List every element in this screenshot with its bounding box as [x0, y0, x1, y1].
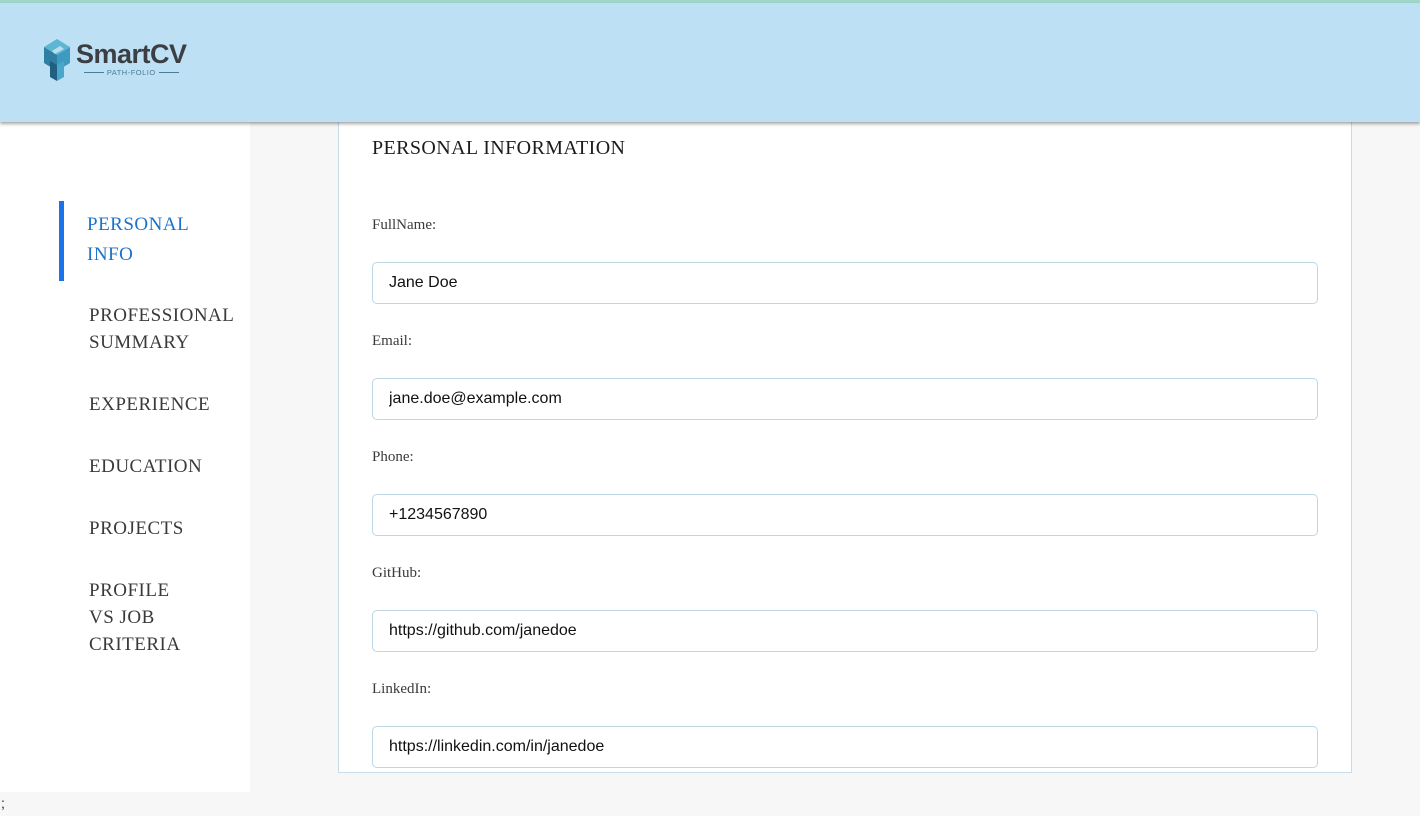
github-input[interactable]	[372, 610, 1318, 652]
sidebar-item-education[interactable]: EDUCATION	[89, 453, 202, 480]
active-indicator	[59, 201, 64, 281]
app-header: SmartCV PATH-FOLIO	[0, 3, 1420, 122]
page-title: PERSONAL INFORMATION	[372, 137, 626, 159]
sidebar-item-projects[interactable]: PROJECTS	[89, 515, 184, 542]
sidebar-item-profile-vs-job-criteria[interactable]: PROFILE VS JOB CRITERIA	[89, 577, 181, 658]
stray-semicolon-text: ;	[1, 795, 5, 811]
smartcv-cube-logo-icon	[44, 39, 70, 81]
linkedin-input[interactable]	[372, 726, 1318, 768]
sidebar-nav: PERSONAL INFO PROFESSIONAL SUMMARY EXPER…	[0, 122, 250, 792]
phone-input[interactable]	[372, 494, 1318, 536]
email-label: Email:	[372, 333, 412, 349]
phone-label: Phone:	[372, 449, 414, 465]
personal-info-form: PERSONAL INFORMATION FullName: Email: Ph…	[338, 122, 1352, 773]
sidebar-item-experience[interactable]: EXPERIENCE	[89, 391, 210, 418]
fullname-label: FullName:	[372, 217, 437, 233]
email-input[interactable]	[372, 378, 1318, 420]
sidebar-item-professional-summary[interactable]: PROFESSIONAL SUMMARY	[89, 302, 234, 356]
github-label: GitHub:	[372, 565, 422, 581]
sidebar-item-personal-info[interactable]: PERSONAL INFO	[87, 210, 189, 270]
linkedin-label: LinkedIn:	[372, 681, 432, 697]
logo[interactable]: SmartCV PATH-FOLIO	[42, 37, 187, 85]
logo-name: SmartCV	[76, 39, 187, 69]
fullname-input[interactable]	[372, 262, 1318, 304]
